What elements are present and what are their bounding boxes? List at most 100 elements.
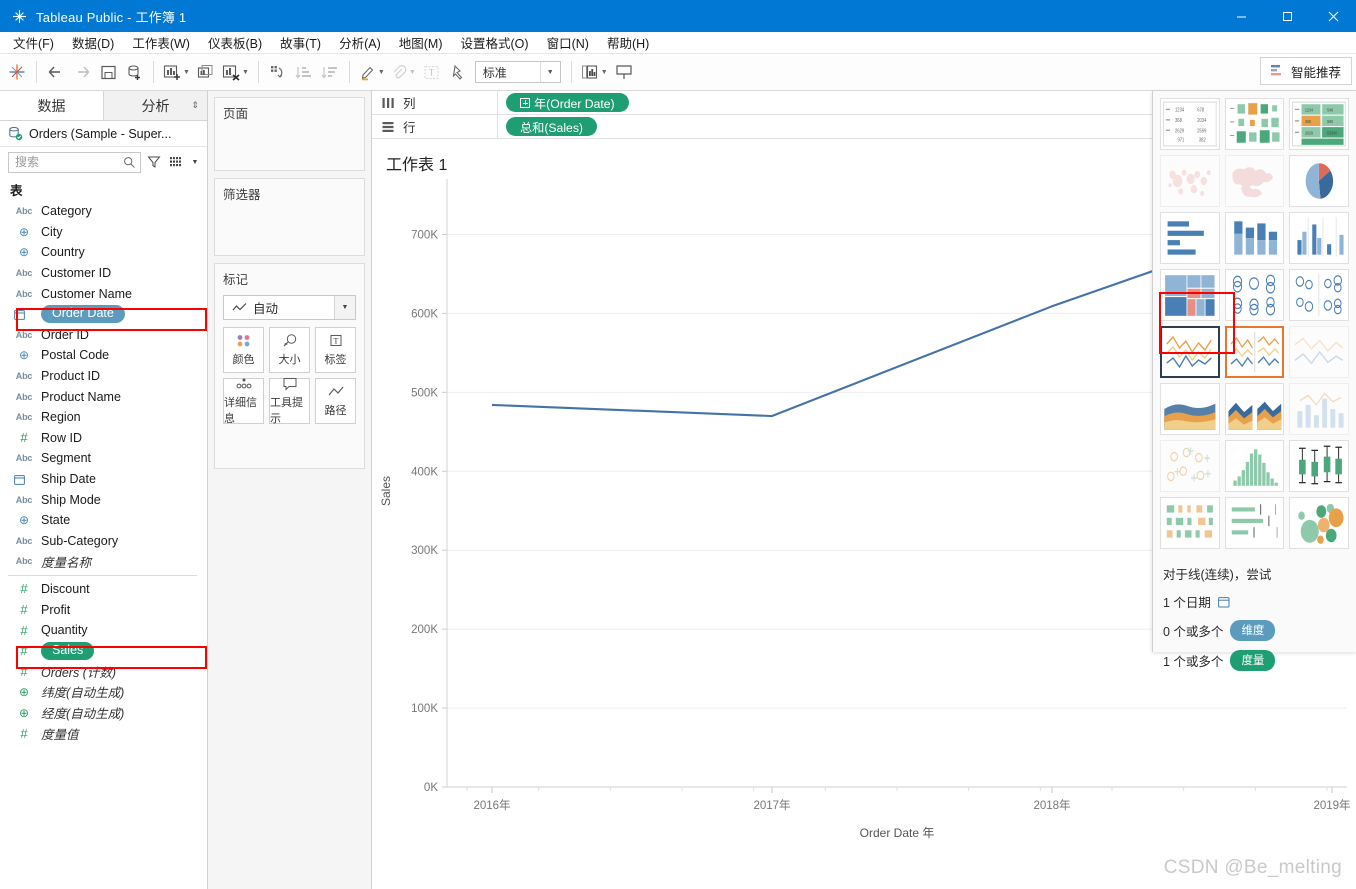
fit-dropdown[interactable]: 标准 ▼ — [474, 61, 561, 83]
show-me-thumb-area-discrete[interactable] — [1224, 383, 1285, 435]
marks-type-dropdown[interactable]: 自动 ▼ — [223, 295, 356, 320]
menu-help[interactable]: 帮助(H) — [598, 31, 658, 54]
search-input-wrap[interactable] — [8, 151, 141, 173]
show-me-thumb-bullet-graph[interactable] — [1224, 497, 1285, 549]
collapse-icon[interactable]: ⇕ — [191, 100, 199, 111]
field-product-name[interactable]: Abc Product Name — [0, 386, 207, 407]
menu-data[interactable]: 数据(D) — [63, 31, 123, 54]
field-orders-count[interactable]: # Orders (计数) — [0, 661, 207, 682]
tab-analytics[interactable]: 分析 ⇕ — [103, 91, 207, 120]
clear-sheet-button[interactable]: ▼ — [219, 58, 252, 86]
field-region[interactable]: Abc Region — [0, 407, 207, 428]
marks-path-button[interactable]: 路径 — [315, 378, 356, 424]
show-me-thumb-side-by-side-circles[interactable] — [1289, 269, 1349, 321]
field-profit[interactable]: # Profit — [0, 599, 207, 620]
tableau-home-icon[interactable] — [4, 58, 30, 86]
menu-analysis[interactable]: 分析(A) — [330, 31, 390, 54]
show-me-thumb-histogram[interactable] — [1224, 440, 1285, 492]
marks-color-button[interactable]: 颜色 — [223, 327, 264, 373]
fix-axes-button[interactable] — [445, 58, 471, 86]
marks-detail-button[interactable]: 详细信息 — [223, 378, 264, 425]
field-discount[interactable]: # Discount — [0, 579, 207, 600]
duplicate-sheet-button[interactable] — [193, 58, 219, 86]
field-latitude[interactable]: ⊕ 纬度(自动生成) — [0, 682, 207, 703]
field-postal-code[interactable]: ⊕ Postal Code — [0, 345, 207, 366]
field-ship-mode[interactable]: Abc Ship Mode — [0, 489, 207, 510]
show-me-thumb-horizontal-bars[interactable] — [1160, 212, 1220, 264]
filters-card[interactable]: 筛选器 — [214, 178, 365, 256]
show-me-thumb-dual-combination[interactable] — [1289, 383, 1349, 435]
field-sub-category[interactable]: Abc Sub-Category — [0, 531, 207, 552]
show-me-thumb-heat-map[interactable] — [1224, 98, 1285, 150]
marks-tooltip-button[interactable]: 工具提示 — [269, 378, 310, 425]
data-source-row[interactable]: Orders (Sample - Super... — [0, 121, 207, 147]
menu-worksheet[interactable]: 工作表(W) — [123, 31, 199, 54]
menu-story[interactable]: 故事(T) — [271, 31, 330, 54]
field-measure-names[interactable]: Abc 度量名称 — [0, 551, 207, 572]
menu-file[interactable]: 文件(F) — [4, 31, 63, 54]
field-order-date[interactable]: Order Date — [0, 304, 207, 325]
show-me-button[interactable]: 智能推荐 — [1259, 57, 1352, 85]
view-options-chevron-icon[interactable]: ▼ — [189, 159, 201, 166]
marks-size-button[interactable]: 大小 — [269, 327, 310, 373]
attach-button[interactable]: ▼ — [388, 58, 419, 86]
show-me-thumb-area-continuous[interactable] — [1160, 383, 1220, 435]
field-sales[interactable]: # Sales — [0, 640, 207, 661]
show-me-thumb-line-continuous[interactable] — [1160, 326, 1220, 378]
pages-card[interactable]: 页面 — [214, 97, 365, 171]
show-me-thumb-treemap[interactable] — [1160, 269, 1220, 321]
show-me-thumb-highlight-table[interactable]: 1234 546 368 586 2629 53990 — [1289, 98, 1349, 150]
show-me-thumb-packed-bubbles[interactable] — [1289, 497, 1349, 549]
maximize-button[interactable] — [1264, 0, 1310, 32]
pill-order-date-year[interactable]: 年(Order Date) — [506, 93, 629, 112]
show-me-thumb-text-table[interactable]: 1234 678 368 2034 2629 2599 971 382 — [1160, 98, 1220, 150]
menu-map[interactable]: 地图(M) — [390, 31, 452, 54]
field-measure-values[interactable]: # 度量值 — [0, 723, 207, 744]
filter-icon[interactable] — [145, 155, 163, 169]
show-me-thumb-scatter-plot[interactable] — [1160, 440, 1220, 492]
sort-ascending-button[interactable] — [291, 58, 317, 86]
new-worksheet-button[interactable]: ▼ — [160, 58, 193, 86]
field-order-id[interactable]: Abc Order ID — [0, 325, 207, 346]
marks-label-button[interactable]: T 标签 — [315, 327, 356, 373]
show-me-thumb-circle-views[interactable] — [1224, 269, 1285, 321]
search-input[interactable] — [15, 155, 123, 169]
show-me-thumb-dual-line[interactable] — [1289, 326, 1349, 378]
field-customer-name[interactable]: Abc Customer Name — [0, 283, 207, 304]
field-quantity[interactable]: # Quantity — [0, 620, 207, 641]
field-ship-date[interactable]: Ship Date — [0, 469, 207, 490]
show-me-thumb-stacked-bars[interactable] — [1224, 212, 1285, 264]
show-me-thumb-box-and-whisker[interactable] — [1289, 440, 1349, 492]
menu-format[interactable]: 设置格式(O) — [452, 31, 538, 54]
field-longitude[interactable]: ⊕ 经度(自动生成) — [0, 702, 207, 723]
save-button[interactable] — [95, 58, 121, 86]
show-me-thumb-pie-chart[interactable] — [1289, 155, 1349, 207]
field-state[interactable]: ⊕ State — [0, 510, 207, 531]
show-me-thumb-symbol-map[interactable] — [1160, 155, 1220, 207]
minimize-button[interactable] — [1218, 0, 1264, 32]
show-hide-cards-button[interactable]: ▼ — [578, 58, 611, 86]
expand-plus-icon[interactable] — [520, 97, 530, 108]
tab-data[interactable]: 数据 — [0, 91, 103, 120]
swap-rows-columns-button[interactable] — [265, 58, 291, 86]
show-me-thumb-gantt[interactable] — [1160, 497, 1220, 549]
pill-sum-sales[interactable]: 总和(Sales) — [506, 117, 597, 136]
redo-button[interactable] — [69, 58, 95, 86]
text-box-button[interactable]: T — [419, 58, 445, 86]
menu-dashboard[interactable]: 仪表板(B) — [199, 31, 271, 54]
group-by-icon[interactable] — [167, 155, 185, 169]
close-button[interactable] — [1310, 0, 1356, 32]
sort-descending-button[interactable] — [317, 58, 343, 86]
field-city[interactable]: ⊕ City — [0, 222, 207, 243]
new-data-source-button[interactable] — [121, 58, 147, 86]
presentation-mode-button[interactable] — [611, 58, 637, 86]
show-me-thumb-side-by-side-bars[interactable] — [1289, 212, 1349, 264]
field-category[interactable]: Abc Category — [0, 201, 207, 222]
field-country[interactable]: ⊕ Country — [0, 242, 207, 263]
field-customer-id[interactable]: Abc Customer ID — [0, 263, 207, 284]
field-row-id[interactable]: # Row ID — [0, 428, 207, 449]
menu-window[interactable]: 窗口(N) — [538, 31, 598, 54]
field-segment[interactable]: Abc Segment — [0, 448, 207, 469]
show-me-thumb-filled-map[interactable] — [1224, 155, 1285, 207]
show-me-thumb-line-discrete[interactable] — [1224, 326, 1285, 378]
